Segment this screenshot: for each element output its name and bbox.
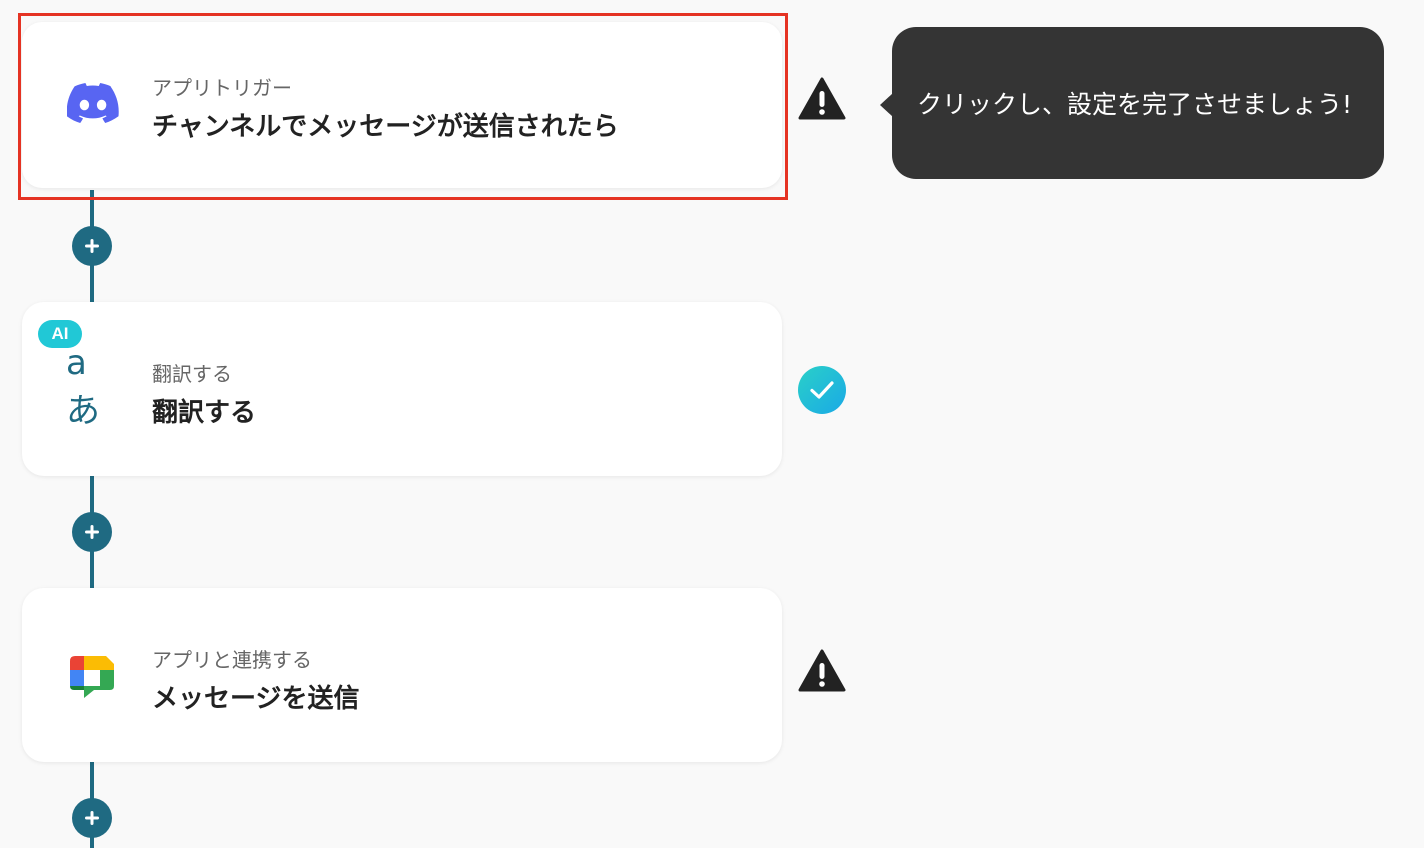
discord-icon — [66, 76, 120, 130]
google-chat-icon — [66, 652, 120, 706]
step-title: メッセージを送信 — [152, 684, 360, 714]
add-step-button[interactable] — [72, 798, 112, 838]
tooltip: クリックし、設定を完了させましょう! — [880, 27, 1384, 179]
add-step-button[interactable] — [72, 226, 112, 266]
plus-icon — [85, 239, 99, 253]
step-card-google-chat[interactable]: アプリと連携する メッセージを送信 — [22, 588, 782, 762]
step-title: 翻訳する — [152, 398, 257, 428]
step-subtitle: 翻訳する — [152, 362, 232, 386]
add-step-button[interactable] — [72, 512, 112, 552]
check-circle-icon[interactable] — [798, 366, 846, 414]
tooltip-text: クリックし、設定を完了させましょう! — [917, 90, 1353, 119]
step-subtitle: アプリと連携する — [152, 648, 312, 672]
tooltip-arrow — [880, 93, 893, 117]
plus-icon — [85, 811, 99, 825]
step-subtitle: アプリトリガー — [152, 76, 292, 100]
step-title: チャンネルでメッセージが送信されたら — [152, 112, 619, 142]
translate-icon: aあ — [66, 343, 120, 431]
warning-icon[interactable] — [798, 76, 846, 124]
step-card-discord-trigger[interactable]: アプリトリガー チャンネルでメッセージが送信されたら — [22, 22, 782, 188]
step-card-translate[interactable]: AI aあ 翻訳する 翻訳する — [22, 302, 782, 476]
warning-icon[interactable] — [798, 648, 846, 696]
translate-icon-glyph: aあ — [66, 342, 100, 431]
plus-icon — [85, 525, 99, 539]
